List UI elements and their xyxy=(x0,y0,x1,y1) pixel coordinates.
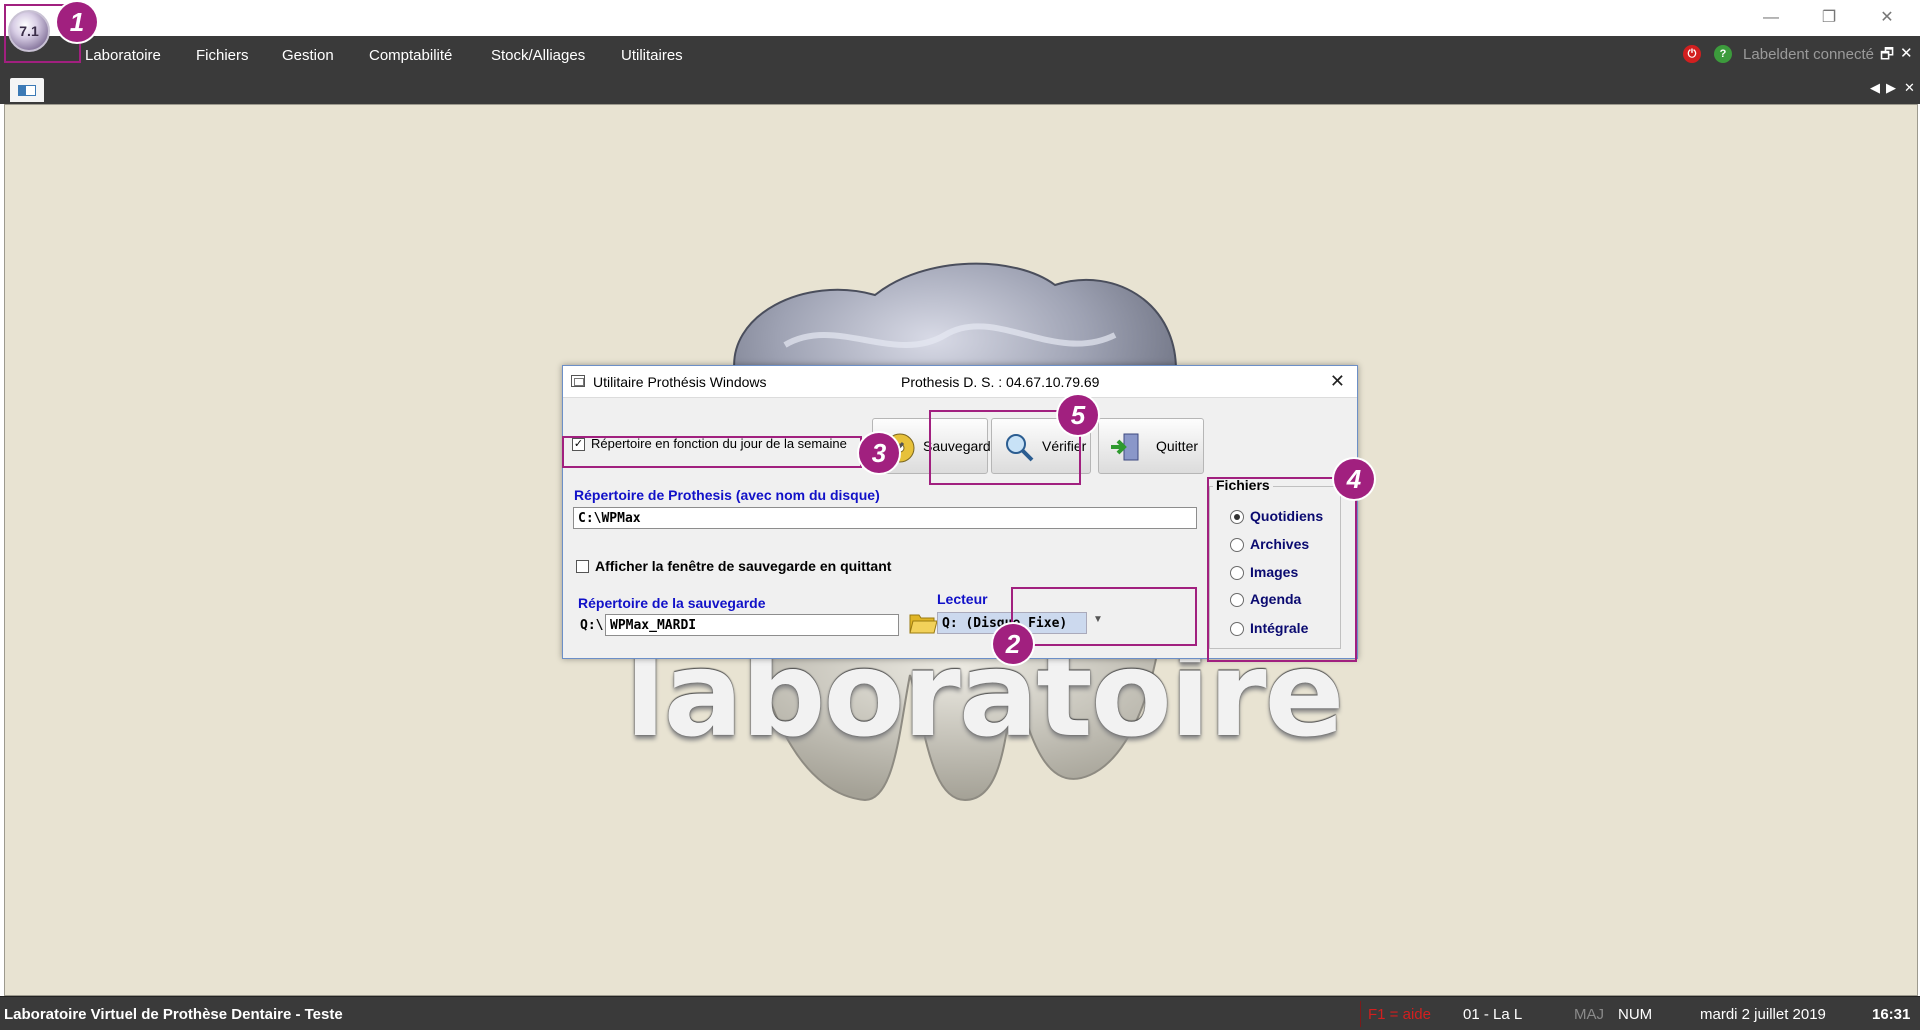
dialog-titlebar: Utilitaire Prothésis Windows Prothesis D… xyxy=(563,366,1357,398)
close-child-icon[interactable]: ✕ xyxy=(1900,44,1913,62)
menu-fichiers[interactable]: Fichiers xyxy=(196,47,249,64)
menu-bar: Laboratoire Fichiers Gestion Comptabilit… xyxy=(0,36,1920,76)
folder-icon[interactable] xyxy=(908,609,938,635)
status-bar: Laboratoire Virtuel de Prothèse Dentaire… xyxy=(0,996,1920,1030)
annotation-badge-4: 4 xyxy=(1334,459,1374,499)
status-lab: 01 - La L xyxy=(1463,1006,1523,1023)
window-titlebar: 7.1 — ❐ ✕ xyxy=(0,0,1920,52)
restore-button[interactable]: ❐ xyxy=(1806,6,1852,30)
status-time: 16:31 xyxy=(1872,1006,1911,1023)
prothesis-dir-input[interactable]: C:\WPMax xyxy=(573,507,1197,529)
show-on-quit-label: Afficher la fenêtre de sauvegarde en qui… xyxy=(595,558,892,574)
dialog-subtitle: Prothesis D. S. : 04.67.10.79.69 xyxy=(901,374,1100,390)
dialog-close-icon[interactable]: ✕ xyxy=(1330,371,1345,392)
restore-child-icon[interactable]: 🗗 xyxy=(1880,44,1894,69)
window-icon xyxy=(18,85,36,96)
menu-gestion[interactable]: Gestion xyxy=(282,47,334,64)
menu-stock-alliages[interactable]: Stock/Alliages xyxy=(491,47,585,64)
show-on-quit-checkbox[interactable] xyxy=(576,560,589,573)
tab-next-icon[interactable]: ▶ xyxy=(1886,80,1896,96)
drive-label: Lecteur xyxy=(937,591,988,607)
annotation-badge-1: 1 xyxy=(57,2,97,42)
menu-comptabilite[interactable]: Comptabilité xyxy=(369,47,452,64)
minimize-button[interactable]: — xyxy=(1748,6,1794,30)
status-caps: MAJ xyxy=(1574,1006,1604,1023)
tab-strip: ◀ ▶ ✕ xyxy=(0,76,1920,104)
exit-door-icon xyxy=(1111,433,1139,461)
tab-close-icon[interactable]: ✕ xyxy=(1904,80,1915,96)
status-date: mardi 2 juillet 2019 xyxy=(1700,1006,1826,1023)
annotation-badge-3: 3 xyxy=(859,433,899,473)
highlight-drive xyxy=(1011,587,1197,646)
close-window-button[interactable]: ✕ xyxy=(1864,6,1910,30)
highlight-weekday-checkbox xyxy=(562,436,862,468)
dialog-title: Utilitaire Prothésis Windows xyxy=(593,374,767,390)
backup-dir-label: Répertoire de la sauvegarde xyxy=(578,595,766,611)
status-help: F1 = aide xyxy=(1368,1006,1431,1023)
help-icon[interactable]: ? xyxy=(1714,45,1732,63)
status-num: NUM xyxy=(1618,1006,1653,1023)
quit-button-label: Quitter xyxy=(1156,438,1199,454)
annotation-badge-5: 5 xyxy=(1058,395,1098,435)
document-tab[interactable] xyxy=(10,78,44,102)
status-app-title: Laboratoire Virtuel de Prothèse Dentaire… xyxy=(4,1006,343,1023)
quit-button[interactable]: Quitter xyxy=(1098,418,1204,474)
highlight-files-group xyxy=(1207,477,1357,662)
dialog-app-icon xyxy=(571,375,585,387)
menu-laboratoire[interactable]: Laboratoire xyxy=(85,47,161,64)
prothesis-dir-label: Répertoire de Prothesis (avec nom du dis… xyxy=(574,487,880,503)
power-icon[interactable]: ⏻ xyxy=(1683,45,1701,63)
status-separator xyxy=(1360,1001,1361,1027)
menu-utilitaires[interactable]: Utilitaires xyxy=(621,47,683,64)
backup-dir-input[interactable]: WPMax_MARDI xyxy=(605,614,899,636)
tab-prev-icon[interactable]: ◀ xyxy=(1870,80,1880,96)
annotation-badge-2: 2 xyxy=(993,624,1033,664)
backup-drive-prefix: Q:\ xyxy=(580,618,604,633)
connection-status: Labeldent connecté xyxy=(1743,46,1874,63)
